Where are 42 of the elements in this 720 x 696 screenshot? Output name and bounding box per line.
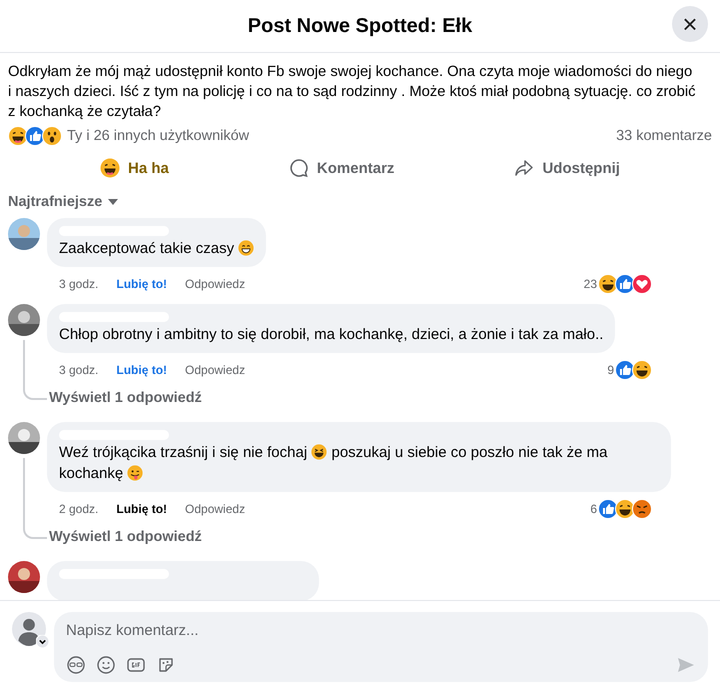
comment-time[interactable]: 2 godz.: [59, 502, 98, 516]
emoji-icon[interactable]: [96, 655, 116, 675]
laughing-face-icon: [100, 158, 120, 178]
action-button[interactable]: Ha ha: [88, 152, 181, 184]
like-link[interactable]: Lubię to!: [116, 363, 168, 377]
reaction-count: 9: [607, 363, 614, 377]
caret-icon: [108, 199, 118, 205]
surprised-face-icon: [42, 126, 62, 146]
like-link[interactable]: Lubię to!: [116, 277, 168, 291]
reply-link[interactable]: Odpowiedz: [185, 363, 246, 377]
comment-text: Zaakceptować takie czasy: [59, 238, 254, 259]
laughing-face-icon: [311, 444, 328, 460]
action-button[interactable]: Udostępnij: [502, 152, 632, 184]
reaction-count: 6: [590, 502, 597, 516]
chevron-icon[interactable]: [36, 635, 49, 648]
dialog-title: Post Nowe Spotted: Ełk: [248, 14, 472, 38]
comment-text: Weź trójkącika trzaśnij i się nie fochaj poszukaj u siebie co poszło nie tak że ma kochankę: [59, 443, 608, 484]
reply-link[interactable]: Odpowiedz: [185, 277, 246, 291]
avatar-sticker-icon[interactable]: [66, 655, 86, 675]
reaction-count: 23: [584, 277, 597, 291]
reply-link[interactable]: Odpowiedz: [185, 502, 246, 516]
action-button[interactable]: Komentarz: [276, 152, 406, 184]
comment-time[interactable]: 3 godz.: [59, 277, 98, 291]
view-replies-link[interactable]: Wyświetl 1 odpowiedź: [47, 529, 202, 545]
comment-time[interactable]: 3 godz.: [59, 363, 98, 377]
view-replies-link[interactable]: Wyświetl 1 odpowiedź: [47, 390, 202, 406]
laughing-face-icon: [632, 360, 652, 380]
comment-text: Chłop obrotny i ambitny to się dorobił, ma kochankę, dzieci, a żonie i tak za mało..: [59, 325, 604, 345]
user-silhouette-icon: [12, 612, 46, 646]
comments-count[interactable]: 33 komentarze: [616, 128, 712, 144]
close-button[interactable]: ×: [672, 6, 708, 42]
like-link[interactable]: Lubię to!: [116, 502, 168, 516]
angry-face-icon: [632, 499, 652, 519]
comment-box[interactable]: Napisz komentarz...: [54, 612, 708, 682]
winking-tongue-face-icon: [127, 465, 144, 481]
share-arrow-icon: [514, 158, 534, 178]
sort-dropdown[interactable]: Najtrafniejsze: [8, 194, 118, 210]
thread-line: [23, 340, 47, 400]
reactions-summary[interactable]: Ty i 26 innych użytkowników: [67, 128, 250, 144]
smiling-face-icon: [238, 240, 254, 256]
speech-bubble-icon: [288, 158, 309, 178]
post-text: Odkryłam że mój mąż udostępnił konto Fb swoje swojej kochance. Ona czyta moje wiadomości do niego i naszych dzieci. Iść z tym na policję i co na to sąd rodzinny . Może ktoś miał podobną sytuację. co zrobić z kochanką że czytała?: [8, 63, 696, 122]
